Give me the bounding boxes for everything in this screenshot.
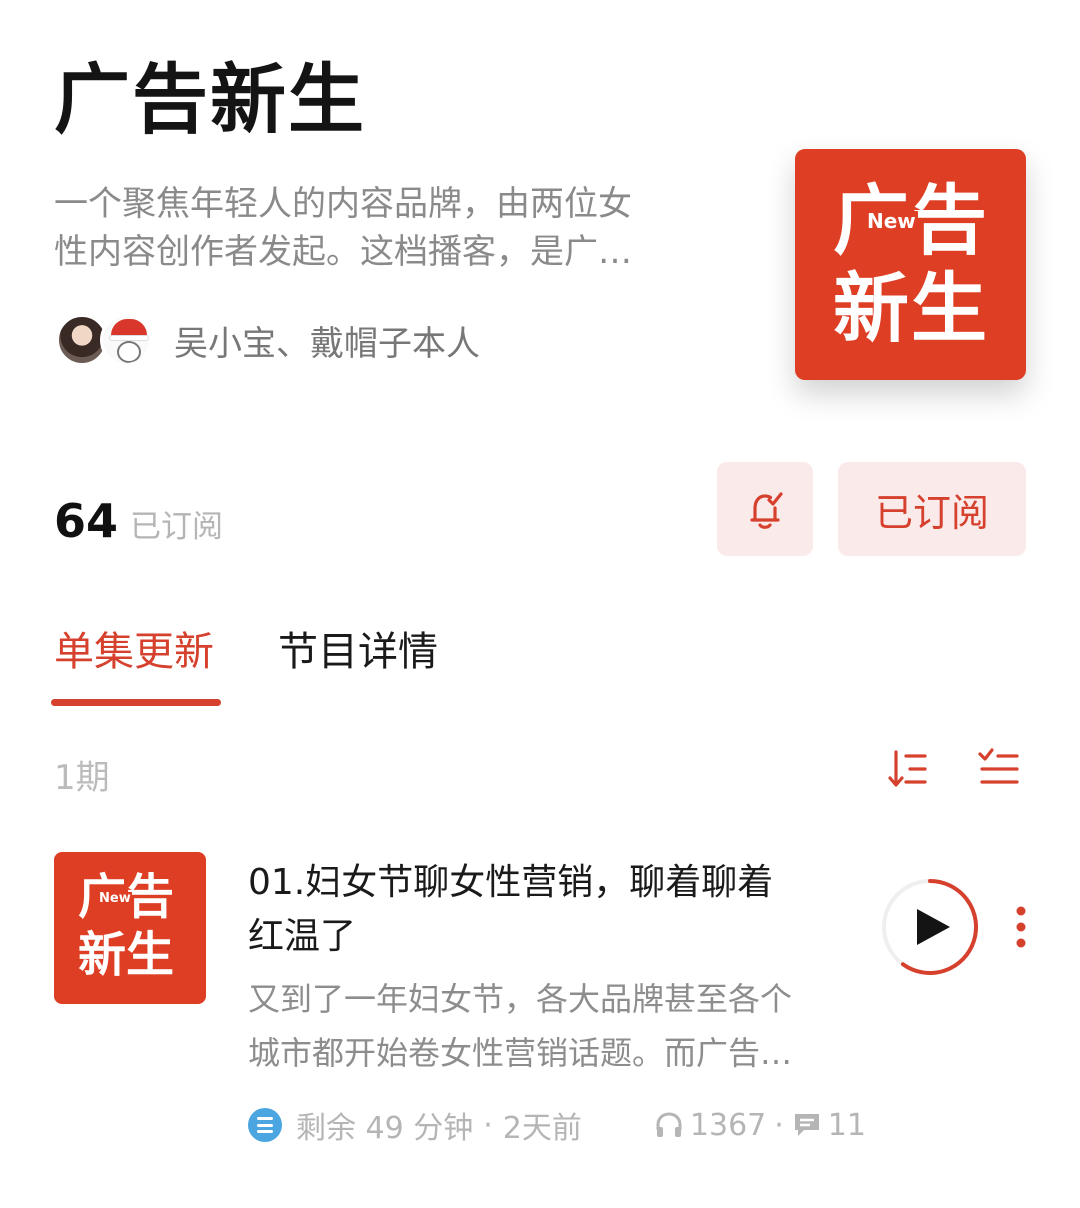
remaining-time: 剩余 49 分钟 — [296, 1111, 474, 1146]
episode-cover[interactable]: 广告 新生 New — [54, 852, 206, 1004]
sort-order-icon[interactable] — [886, 748, 928, 790]
episode-title-line-2: 红温了 — [248, 916, 357, 957]
active-tab-indicator — [51, 699, 221, 706]
subscriber-label: 已订阅 — [130, 509, 224, 545]
comment-icon — [794, 1114, 819, 1136]
episode-meta: 剩余 49 分钟 · 2天前 1367 · 11 — [248, 1103, 866, 1147]
batch-select-icon[interactable] — [978, 748, 1020, 790]
more-options-icon[interactable] — [1010, 904, 1032, 950]
description-line-2: 性内容创作者发起。这档播客，是广… — [54, 232, 632, 272]
episode-desc-line-1: 又到了一年妇女节，各大品牌甚至各个 — [248, 980, 793, 1018]
play-count: 1367 — [689, 1107, 767, 1143]
episode-cover-badge: New — [98, 891, 132, 906]
episode-cover-line-2: 新生 — [78, 927, 175, 983]
cover-text-line-2: 新生 — [833, 264, 989, 353]
description-line-1: 一个聚焦年轻人的内容品牌，由两位女 — [54, 184, 632, 224]
subscriber-number: 64 — [54, 494, 119, 548]
notification-bell-button[interactable] — [717, 462, 813, 556]
cover-new-badge: New — [865, 209, 918, 233]
podcast-cover: 广告 新生 New — [795, 149, 1026, 380]
tab-episodes[interactable]: 单集更新 — [54, 624, 214, 680]
meta-separator-2: · — [774, 1107, 784, 1143]
meta-separator: · — [483, 1107, 493, 1143]
host-avatar-2[interactable] — [100, 314, 152, 366]
episode-title[interactable]: 01.妇女节聊女性营销，聊着聊着 红温了 — [248, 856, 848, 964]
tab-details[interactable]: 节目详情 — [278, 624, 438, 680]
podcast-title: 广告新生 — [54, 55, 366, 144]
headphones-icon — [656, 1112, 682, 1137]
episode-title-line-1: 01.妇女节聊女性营销，聊着聊着 — [248, 862, 774, 903]
comment-count: 11 — [827, 1107, 866, 1143]
bell-check-icon — [750, 492, 783, 529]
play-button[interactable] — [880, 877, 980, 977]
list-icon — [248, 1108, 282, 1142]
episode-desc-line-2: 城市都开始卷女性营销话题。而广告… — [248, 1034, 793, 1072]
hosts-row[interactable]: 吴小宝、戴帽子本人 — [56, 312, 480, 368]
publish-time: 2天前 — [502, 1111, 582, 1146]
subscribed-button[interactable]: 已订阅 — [838, 462, 1026, 556]
host-names: 吴小宝、戴帽子本人 — [174, 323, 480, 364]
podcast-description[interactable]: 一个聚焦年轻人的内容品牌，由两位女 性内容创作者发起。这档播客，是广… — [54, 180, 694, 276]
episode-count: 1期 — [54, 758, 110, 798]
episode-description[interactable]: 又到了一年妇女节，各大品牌甚至各个 城市都开始卷女性营销话题。而广告… — [248, 972, 848, 1080]
subscriber-count: 64 已订阅 — [54, 494, 223, 548]
